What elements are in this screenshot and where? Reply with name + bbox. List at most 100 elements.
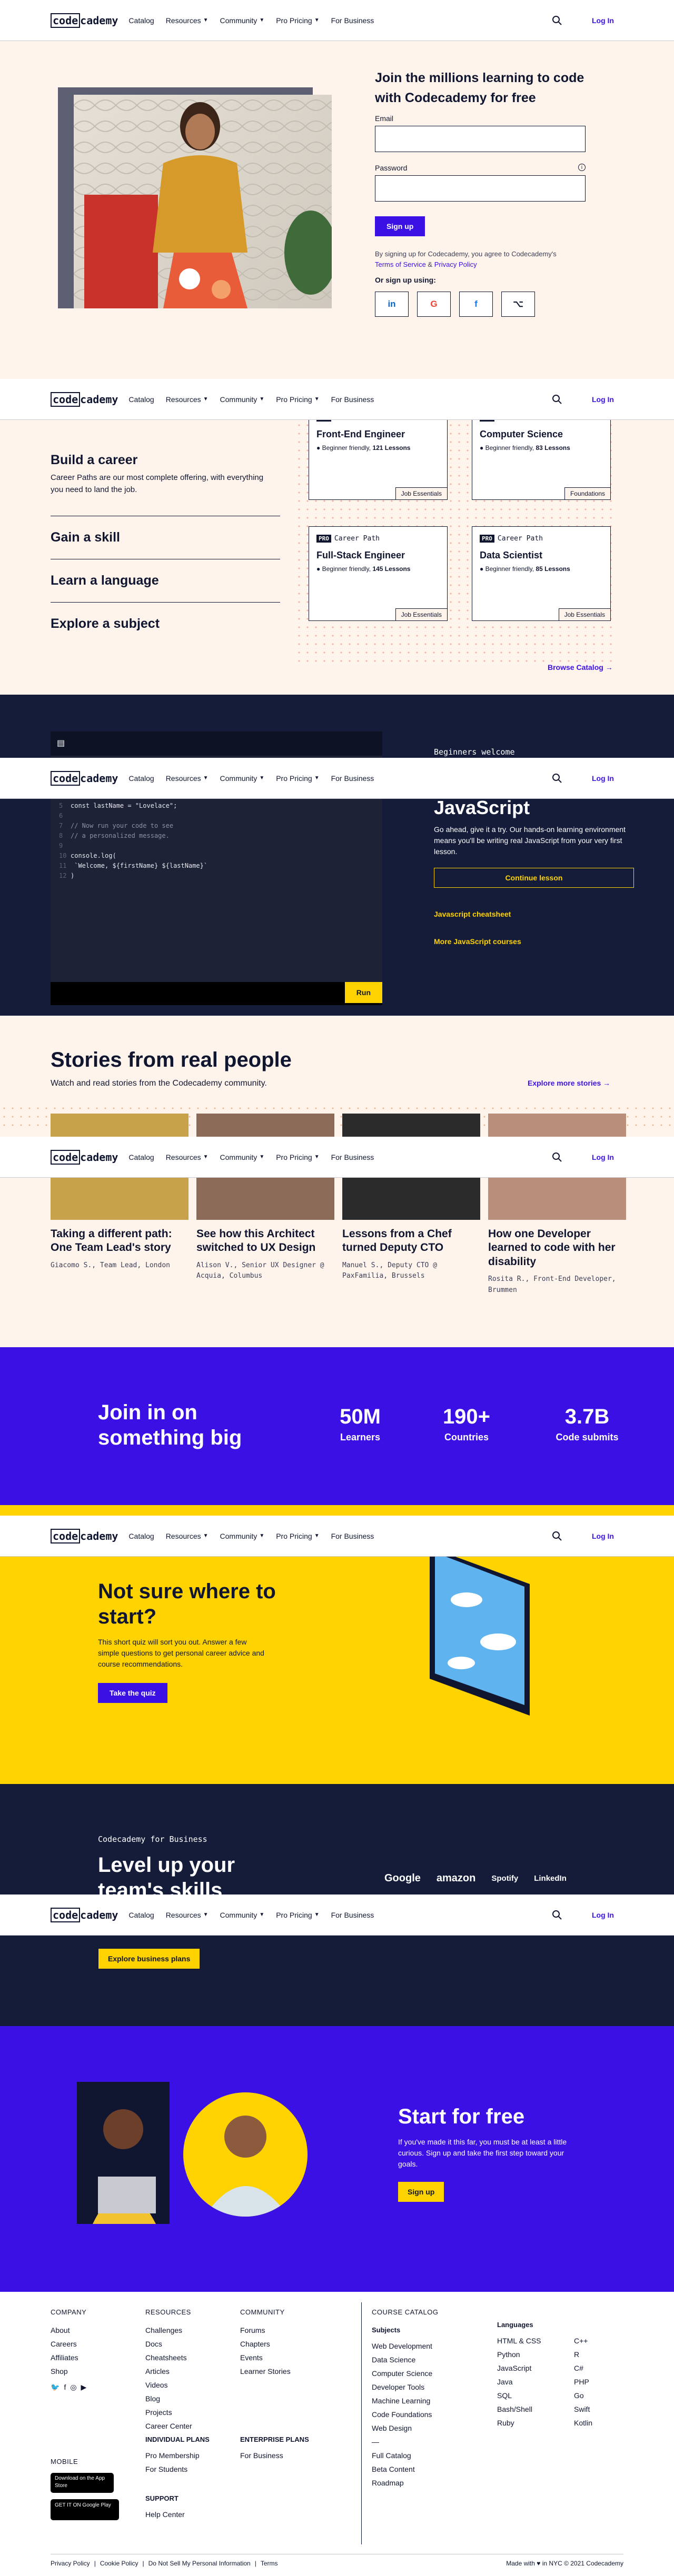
footer-link[interactable]: Data Science — [372, 2353, 438, 2367]
instagram-icon[interactable]: ◎ — [70, 2380, 76, 2394]
footer-link[interactable]: Shop — [51, 2364, 86, 2378]
career-path-card[interactable]: PRO Career Path Data Scientist ● Beginner… — [472, 526, 611, 621]
footer-link[interactable]: Videos — [145, 2378, 192, 2392]
footer-link[interactable]: Cheatsheets — [145, 2351, 192, 2364]
menu-explore-subject[interactable]: Explore a subject — [51, 603, 280, 645]
nav-catalog[interactable]: Catalog — [128, 1911, 154, 1919]
password-field[interactable] — [375, 175, 586, 202]
menu-gain-skill[interactable]: Gain a skill — [51, 516, 280, 559]
nav-pro-pricing[interactable]: Pro Pricing ▼ — [276, 774, 319, 783]
browse-catalog-link[interactable]: Browse Catalog → — [548, 663, 613, 671]
footer-link[interactable]: Careers — [51, 2337, 86, 2351]
footer-link[interactable]: Computer Science — [372, 2367, 438, 2380]
login-link[interactable]: Log In — [592, 1153, 614, 1161]
footer-link[interactable]: HTML & CSS — [497, 2334, 541, 2348]
google-icon[interactable]: G — [417, 292, 451, 317]
codecademy-logo[interactable]: code cademy — [51, 770, 118, 786]
app-store-badge[interactable]: Download on the App Store — [51, 2473, 114, 2493]
nav-resources[interactable]: Resources ▼ — [166, 395, 209, 404]
codecademy-logo[interactable]: code cademy — [51, 13, 118, 28]
explore-business-button[interactable]: Explore business plans — [98, 1948, 201, 1969]
search-icon[interactable] — [552, 1152, 562, 1162]
terms-link[interactable]: Terms of Service — [375, 260, 426, 268]
nav-community[interactable]: Community ▼ — [220, 395, 265, 404]
more-js-link[interactable]: More JavaScript courses — [434, 937, 634, 946]
footer-link[interactable]: For Business — [240, 2449, 309, 2462]
footer-link[interactable]: Beta Content — [372, 2462, 438, 2476]
footer-link[interactable]: Python — [497, 2348, 541, 2361]
footer-link[interactable]: Full Catalog — [372, 2449, 438, 2462]
nav-pro-pricing[interactable]: Pro Pricing ▼ — [276, 16, 319, 25]
nav-for-business[interactable]: For Business — [331, 1911, 374, 1919]
nav-catalog[interactable]: Catalog — [128, 1153, 154, 1161]
footer-link[interactable]: Machine Learning — [372, 2394, 438, 2408]
nav-community[interactable]: Community ▼ — [220, 16, 265, 25]
footer-link[interactable]: Swift — [574, 2402, 592, 2416]
footer-link[interactable]: PHP — [574, 2375, 592, 2389]
footer-link[interactable]: Roadmap — [372, 2476, 438, 2490]
footer-link[interactable]: JavaScript — [497, 2361, 541, 2375]
nav-pro-pricing[interactable]: Pro Pricing ▼ — [276, 1532, 319, 1540]
twitter-icon[interactable]: 🐦 — [51, 2380, 60, 2394]
footer-link[interactable]: SQL — [497, 2389, 541, 2402]
login-link[interactable]: Log In — [592, 1532, 614, 1540]
start-free-signup-button[interactable]: Sign up — [398, 2182, 444, 2202]
login-link[interactable]: Log In — [592, 774, 614, 783]
nav-for-business[interactable]: For Business — [331, 395, 374, 404]
js-cheatsheet-link[interactable]: Javascript cheatsheet — [434, 910, 634, 918]
footer-link[interactable]: Docs — [145, 2337, 192, 2351]
menu-learn-language[interactable]: Learn a language — [51, 559, 280, 603]
login-link[interactable]: Log In — [592, 1911, 614, 1919]
nav-catalog[interactable]: Catalog — [128, 1532, 154, 1540]
take-quiz-button[interactable]: Take the quiz — [98, 1683, 167, 1703]
nav-community[interactable]: Community ▼ — [220, 1911, 265, 1919]
codecademy-logo[interactable]: code cademy — [51, 1907, 118, 1922]
nav-for-business[interactable]: For Business — [331, 16, 374, 25]
signup-button[interactable]: Sign up — [375, 216, 425, 236]
career-path-card[interactable]: PRO Career Path Full-Stack Engineer ● Beg… — [309, 526, 448, 621]
legal-link[interactable]: Privacy Policy — [51, 2560, 90, 2567]
footer-link[interactable]: Web Development — [372, 2339, 438, 2353]
codecademy-logo[interactable]: code cademy — [51, 1149, 118, 1165]
footer-link[interactable]: Web Design — [372, 2421, 438, 2435]
nav-resources[interactable]: Resources ▼ — [166, 774, 209, 783]
footer-link[interactable]: Developer Tools — [372, 2380, 438, 2394]
search-icon[interactable] — [552, 15, 562, 26]
footer-link[interactable]: Help Center — [145, 2508, 185, 2521]
nav-catalog[interactable]: Catalog — [128, 774, 154, 783]
footer-link[interactable]: Articles — [145, 2364, 192, 2378]
footer-link[interactable]: About — [51, 2323, 86, 2337]
footer-link[interactable]: C++ — [574, 2334, 592, 2348]
facebook-icon[interactable]: f — [459, 292, 493, 317]
continue-lesson-button[interactable]: Continue lesson — [434, 868, 634, 888]
codecademy-logo[interactable]: code cademy — [51, 392, 118, 407]
footer-link[interactable]: R — [574, 2348, 592, 2361]
explore-stories-link[interactable]: Explore more stories → — [528, 1079, 610, 1087]
email-field[interactable] — [375, 126, 586, 152]
nav-community[interactable]: Community ▼ — [220, 1532, 265, 1540]
nav-resources[interactable]: Resources ▼ — [166, 1153, 209, 1161]
nav-for-business[interactable]: For Business — [331, 1532, 374, 1540]
info-icon[interactable]: i — [578, 164, 586, 171]
search-icon[interactable] — [552, 394, 562, 405]
nav-resources[interactable]: Resources ▼ — [166, 16, 209, 25]
codecademy-logo[interactable]: code cademy — [51, 1528, 118, 1543]
github-icon[interactable]: ⌥ — [501, 292, 535, 317]
nav-for-business[interactable]: For Business — [331, 1153, 374, 1161]
search-icon[interactable] — [552, 1910, 562, 1920]
nav-pro-pricing[interactable]: Pro Pricing ▼ — [276, 1153, 319, 1161]
privacy-link[interactable]: Privacy Policy — [434, 260, 477, 268]
nav-catalog[interactable]: Catalog — [128, 395, 154, 404]
footer-link[interactable]: Events — [240, 2351, 291, 2364]
footer-link[interactable]: Affiliates — [51, 2351, 86, 2364]
run-button[interactable]: Run — [344, 982, 382, 1003]
legal-link[interactable]: Terms — [261, 2560, 278, 2567]
nav-resources[interactable]: Resources ▼ — [166, 1532, 209, 1540]
footer-link[interactable]: Career Center — [145, 2419, 192, 2433]
footer-link[interactable]: Bash/Shell — [497, 2402, 541, 2416]
nav-for-business[interactable]: For Business — [331, 774, 374, 783]
footer-link[interactable]: Projects — [145, 2405, 192, 2419]
login-link[interactable]: Log In — [592, 395, 614, 404]
footer-link[interactable]: Forums — [240, 2323, 291, 2337]
footer-link[interactable]: For Students — [145, 2462, 210, 2476]
